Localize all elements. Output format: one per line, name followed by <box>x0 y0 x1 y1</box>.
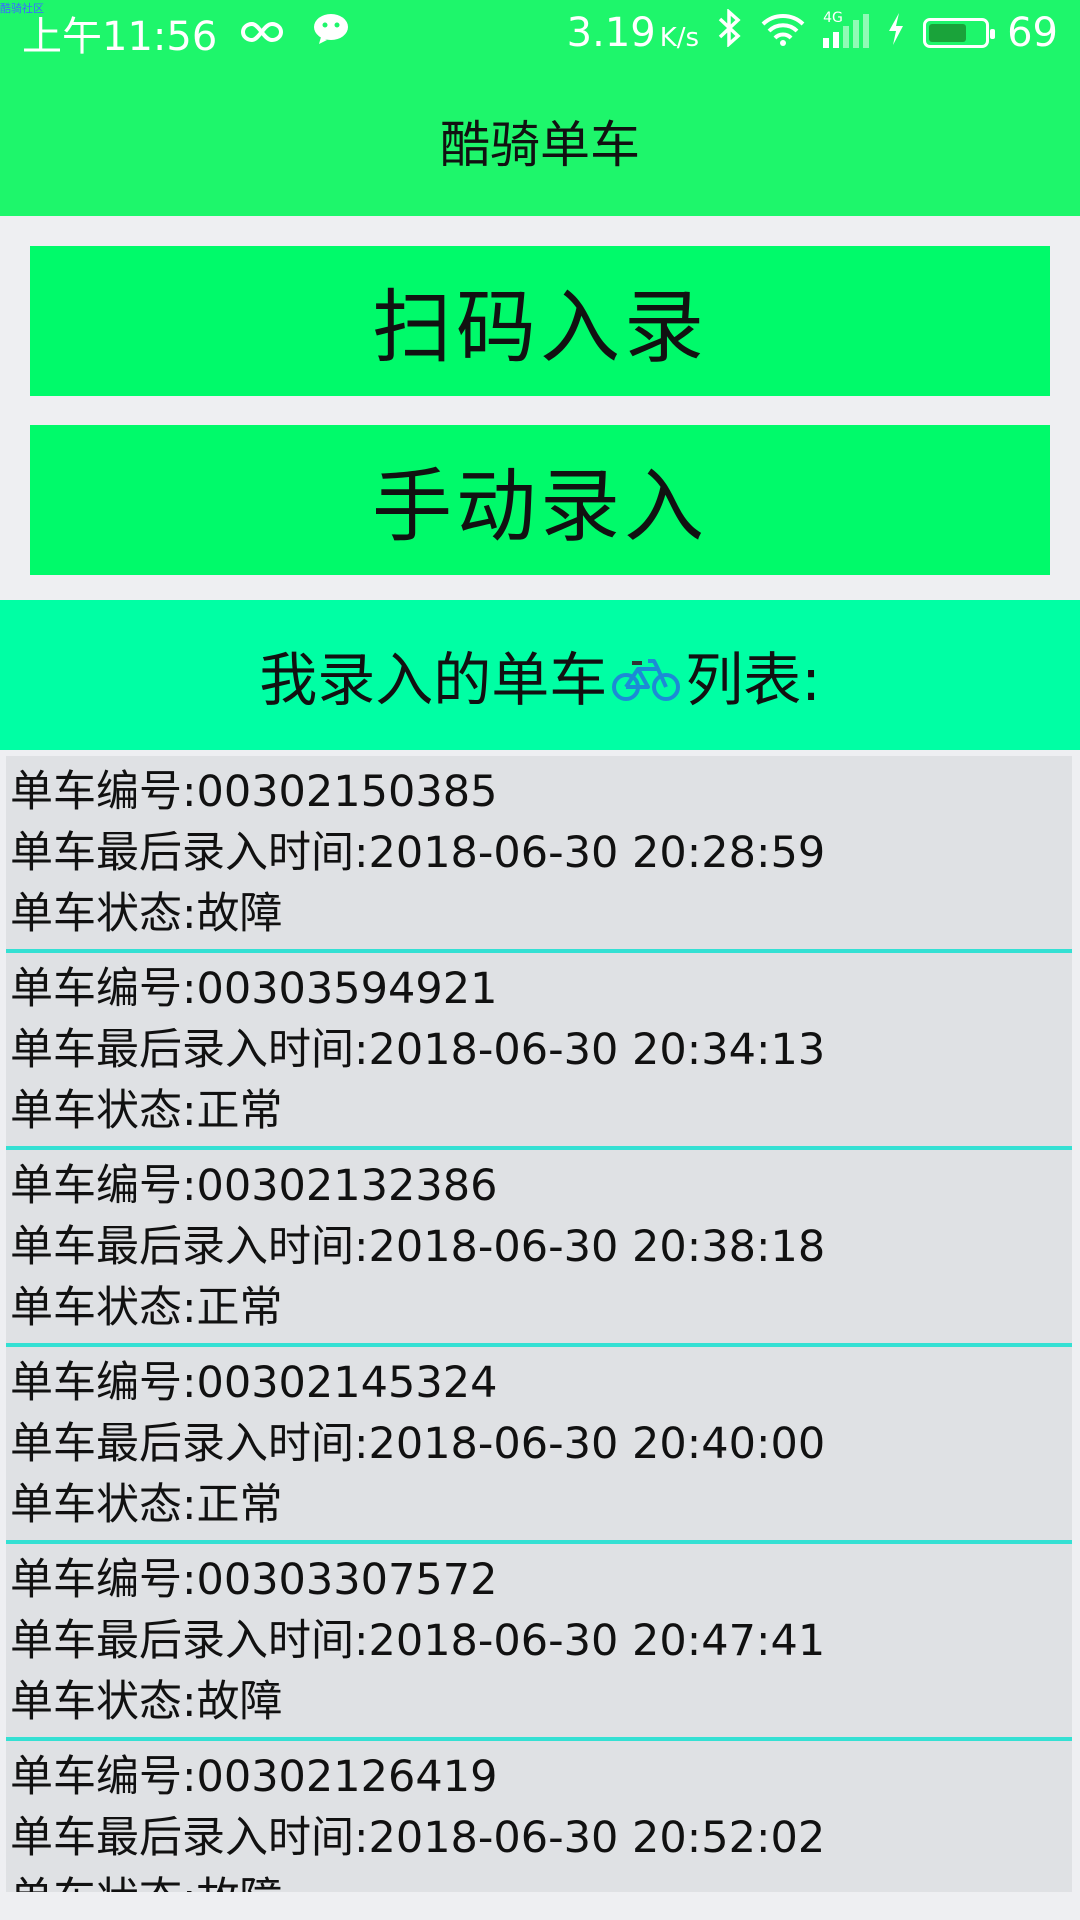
charging-icon <box>887 10 905 56</box>
network-speed-unit: K/s <box>659 23 700 53</box>
status-bar: 酷骑社区 上午11:56 3.19 K/s 4G 69 <box>0 0 1080 66</box>
bike-status-text: 单车状态:正常 <box>10 1086 283 1136</box>
bike-id-text: 单车编号:00302145324 <box>10 1358 498 1408</box>
bike-id-text: 单车编号:00303594921 <box>10 964 498 1014</box>
bike-status-text: 单车状态:正常 <box>10 1480 283 1530</box>
bike-list-header: 我录入的单车 列表: <box>0 600 1080 750</box>
bike-last-entry-time-text: 单车最后录入时间:2018-06-30 20:40:00 <box>10 1419 826 1469</box>
bluetooth-icon <box>717 8 743 57</box>
manual-entry-button[interactable]: 手动录入 <box>30 425 1050 575</box>
bike-list-item[interactable]: 单车编号:00302150385 单车最后录入时间:2018-06-30 20:2… <box>6 756 1072 953</box>
list-header-prefix: 我录入的单车 <box>259 646 608 714</box>
bike-list-item[interactable]: 单车编号:00303307572 单车最后录入时间:2018-06-30 20:4… <box>6 1544 1072 1741</box>
bike-last-entry-time-text: 单车最后录入时间:2018-06-30 20:34:13 <box>10 1025 826 1075</box>
clock-time: 上午11:56 <box>22 14 218 60</box>
cell-signal-icon: 4G <box>823 10 870 48</box>
bike-list-item[interactable]: 单车编号:00302145324 单车最后录入时间:2018-06-30 20:4… <box>6 1347 1072 1544</box>
bike-id-text: 单车编号:00303307572 <box>10 1555 498 1605</box>
app-title-bar: 酷骑单车 <box>0 66 1080 216</box>
wifi-icon <box>761 10 805 56</box>
bike-last-entry-time-text: 单车最后录入时间:2018-06-30 20:38:18 <box>10 1222 826 1272</box>
bike-status-text: 单车状态:正常 <box>10 1283 283 1333</box>
signal-type-label: 4G <box>823 10 843 26</box>
bike-id-text: 单车编号:00302132386 <box>10 1161 498 1211</box>
battery-icon <box>923 18 996 48</box>
network-speed: 3.19 K/s <box>567 10 699 56</box>
bike-list[interactable]: 单车编号:00302150385 单车最后录入时间:2018-06-30 20:2… <box>6 756 1072 1892</box>
bicycle-icon <box>611 650 681 701</box>
overlay-label: 酷骑社区 <box>0 2 44 15</box>
list-header-suffix: 列表: <box>685 646 821 714</box>
bike-id-text: 单车编号:00302150385 <box>10 767 498 817</box>
network-speed-value: 3.19 <box>566 10 656 56</box>
wechat-icon <box>313 10 353 56</box>
bike-status-text: 单车状态:故障 <box>10 1677 283 1727</box>
scan-entry-button[interactable]: 扫码入录 <box>30 246 1050 396</box>
app-title: 酷骑单车 <box>440 116 640 174</box>
bike-id-text: 单车编号:00302126419 <box>10 1752 498 1802</box>
battery-percent: 69 <box>1007 10 1058 56</box>
bike-list-item[interactable]: 单车编号:00303594921 单车最后录入时间:2018-06-30 20:3… <box>6 953 1072 1150</box>
infinity-icon <box>239 10 291 56</box>
bike-status-text: 单车状态:故障 <box>10 1869 1068 1892</box>
bike-list-item[interactable]: 单车编号:00302132386 单车最后录入时间:2018-06-30 20:3… <box>6 1150 1072 1347</box>
bike-last-entry-time-text: 单车最后录入时间:2018-06-30 20:47:41 <box>10 1616 826 1666</box>
bike-last-entry-time-text: 单车最后录入时间:2018-06-30 20:52:02 <box>10 1813 826 1863</box>
bike-list-item[interactable]: 单车编号:00302126419 单车最后录入时间:2018-06-30 20:5… <box>6 1741 1072 1892</box>
bike-status-text: 单车状态:故障 <box>10 889 283 939</box>
bike-last-entry-time-text: 单车最后录入时间:2018-06-30 20:28:59 <box>10 828 826 878</box>
